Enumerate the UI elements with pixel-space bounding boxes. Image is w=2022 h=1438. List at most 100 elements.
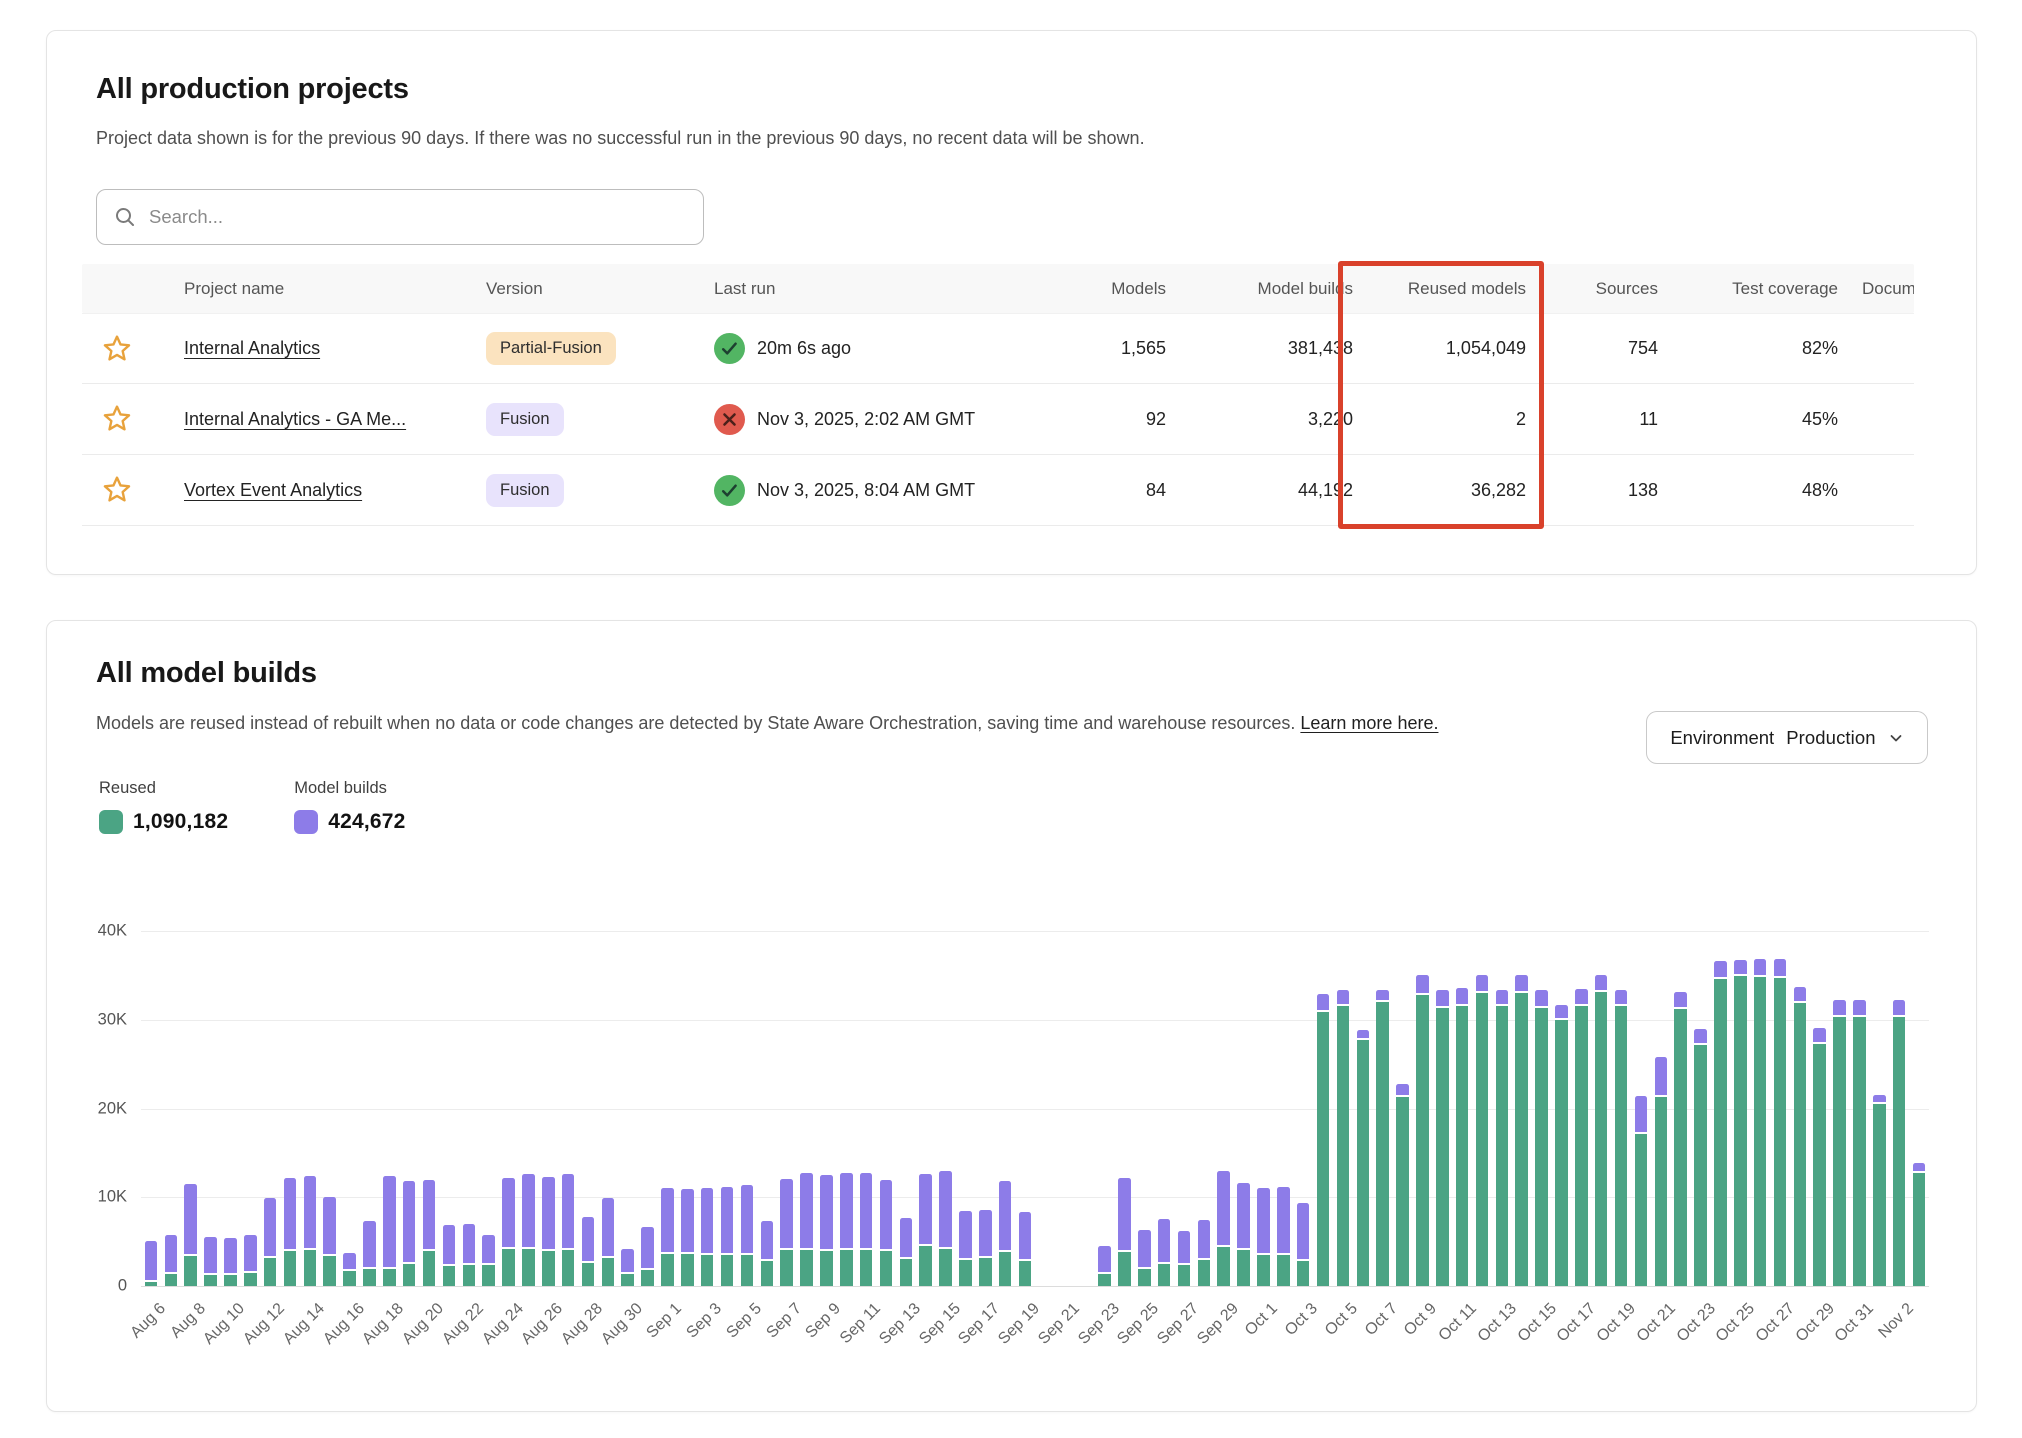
stacked-bar[interactable] <box>800 1173 813 1286</box>
stacked-bar[interactable] <box>343 1253 356 1286</box>
stacked-bar[interactable] <box>959 1211 972 1286</box>
stacked-bar[interactable] <box>522 1174 535 1286</box>
stacked-bar[interactable] <box>1555 1005 1568 1286</box>
stacked-bar[interactable] <box>701 1187 714 1286</box>
stacked-bar[interactable] <box>562 1174 575 1286</box>
stacked-bar[interactable] <box>1376 990 1389 1286</box>
stacked-bar[interactable] <box>463 1224 476 1286</box>
stacked-bar[interactable] <box>443 1225 456 1286</box>
stacked-bar[interactable] <box>1615 990 1628 1286</box>
stacked-bar[interactable] <box>1635 1096 1648 1286</box>
model-builds-segment <box>1019 1212 1032 1262</box>
stacked-bar[interactable] <box>1317 994 1330 1286</box>
stacked-bar[interactable] <box>979 1210 992 1286</box>
stacked-bar[interactable] <box>244 1235 257 1286</box>
stacked-bar[interactable] <box>403 1181 416 1286</box>
stacked-bar[interactable] <box>1098 1246 1111 1286</box>
stacked-bar[interactable] <box>1158 1219 1171 1286</box>
stacked-bar[interactable] <box>323 1197 336 1286</box>
stacked-bar[interactable] <box>1794 987 1807 1286</box>
stacked-bar[interactable] <box>502 1178 515 1286</box>
stacked-bar[interactable] <box>602 1198 615 1286</box>
stacked-bar[interactable] <box>820 1175 833 1286</box>
stacked-bar[interactable] <box>1198 1220 1211 1286</box>
stacked-bar[interactable] <box>1674 992 1687 1286</box>
stacked-bar[interactable] <box>224 1238 237 1286</box>
stacked-bar[interactable] <box>1217 1171 1230 1286</box>
stacked-bar[interactable] <box>999 1181 1012 1286</box>
reused-segment <box>1734 976 1747 1286</box>
star-icon[interactable] <box>100 332 134 366</box>
stacked-bar[interactable] <box>1535 990 1548 1286</box>
stacked-bar[interactable] <box>363 1221 376 1286</box>
project-name-link[interactable]: Internal Analytics - GA Me... <box>184 409 406 429</box>
stacked-bar[interactable] <box>761 1221 774 1286</box>
stacked-bar[interactable] <box>1396 1084 1409 1286</box>
stacked-bar[interactable] <box>165 1235 178 1286</box>
stacked-bar[interactable] <box>1456 988 1469 1286</box>
stacked-bar[interactable] <box>1734 960 1747 1286</box>
stacked-bar[interactable] <box>204 1237 217 1286</box>
star-icon[interactable] <box>100 402 134 436</box>
stacked-bar[interactable] <box>1833 1000 1846 1286</box>
stacked-bar[interactable] <box>264 1198 277 1286</box>
stacked-bar[interactable] <box>1118 1178 1131 1286</box>
stacked-bar[interactable] <box>641 1227 654 1286</box>
stacked-bar[interactable] <box>721 1187 734 1286</box>
stacked-bar[interactable] <box>1754 959 1767 1286</box>
table-row[interactable]: Internal AnalyticsPartial-Fusion20m 6s a… <box>82 313 1914 384</box>
stacked-bar[interactable] <box>1476 974 1489 1286</box>
stacked-bar[interactable] <box>661 1188 674 1286</box>
stacked-bar[interactable] <box>304 1176 317 1286</box>
stacked-bar[interactable] <box>1893 1000 1906 1286</box>
stacked-bar[interactable] <box>1257 1188 1270 1286</box>
stacked-bar[interactable] <box>1138 1230 1151 1286</box>
stacked-bar[interactable] <box>423 1180 436 1286</box>
stacked-bar[interactable] <box>1019 1211 1032 1286</box>
stacked-bar[interactable] <box>900 1218 913 1286</box>
stacked-bar[interactable] <box>1178 1231 1191 1286</box>
stacked-bar[interactable] <box>1714 961 1727 1286</box>
stacked-bar[interactable] <box>1436 990 1449 1286</box>
stacked-bar[interactable] <box>621 1249 634 1286</box>
stacked-bar[interactable] <box>482 1235 495 1286</box>
stacked-bar[interactable] <box>1595 975 1608 1286</box>
stacked-bar[interactable] <box>1774 959 1787 1286</box>
table-row[interactable]: Vortex Event AnalyticsFusionNov 3, 2025,… <box>82 455 1914 526</box>
stacked-bar[interactable] <box>919 1174 932 1286</box>
stacked-bar[interactable] <box>880 1180 893 1286</box>
stacked-bar[interactable] <box>383 1176 396 1286</box>
stacked-bar[interactable] <box>1496 990 1509 1286</box>
stacked-bar[interactable] <box>145 1241 158 1286</box>
stacked-bar[interactable] <box>939 1171 952 1286</box>
stacked-bar[interactable] <box>284 1178 297 1286</box>
stacked-bar[interactable] <box>1416 974 1429 1286</box>
stacked-bar[interactable] <box>1515 974 1528 1286</box>
stacked-bar[interactable] <box>681 1189 694 1286</box>
stacked-bar[interactable] <box>1357 1030 1370 1286</box>
star-icon[interactable] <box>100 473 134 507</box>
stacked-bar[interactable] <box>582 1217 595 1286</box>
stacked-bar[interactable] <box>840 1173 853 1286</box>
stacked-bar[interactable] <box>542 1177 555 1286</box>
project-name-link[interactable]: Internal Analytics <box>184 338 320 358</box>
stacked-bar[interactable] <box>184 1184 197 1286</box>
search-box <box>96 189 704 245</box>
stacked-bar[interactable] <box>1297 1203 1310 1286</box>
stacked-bar[interactable] <box>1853 1000 1866 1286</box>
project-name-link[interactable]: Vortex Event Analytics <box>184 480 362 500</box>
stacked-bar[interactable] <box>780 1179 793 1286</box>
stacked-bar[interactable] <box>1694 1029 1707 1286</box>
stacked-bar[interactable] <box>1237 1183 1250 1286</box>
stacked-bar[interactable] <box>1337 990 1350 1286</box>
stacked-bar[interactable] <box>741 1185 754 1286</box>
stacked-bar[interactable] <box>1575 989 1588 1286</box>
table-row[interactable]: Internal Analytics - GA Me...FusionNov 3… <box>82 384 1914 455</box>
stacked-bar[interactable] <box>860 1173 873 1286</box>
stacked-bar[interactable] <box>1873 1095 1886 1286</box>
stacked-bar[interactable] <box>1277 1187 1290 1286</box>
stacked-bar[interactable] <box>1813 1028 1826 1286</box>
search-input[interactable] <box>149 206 686 228</box>
stacked-bar[interactable] <box>1655 1057 1668 1286</box>
stacked-bar[interactable] <box>1913 1163 1926 1286</box>
